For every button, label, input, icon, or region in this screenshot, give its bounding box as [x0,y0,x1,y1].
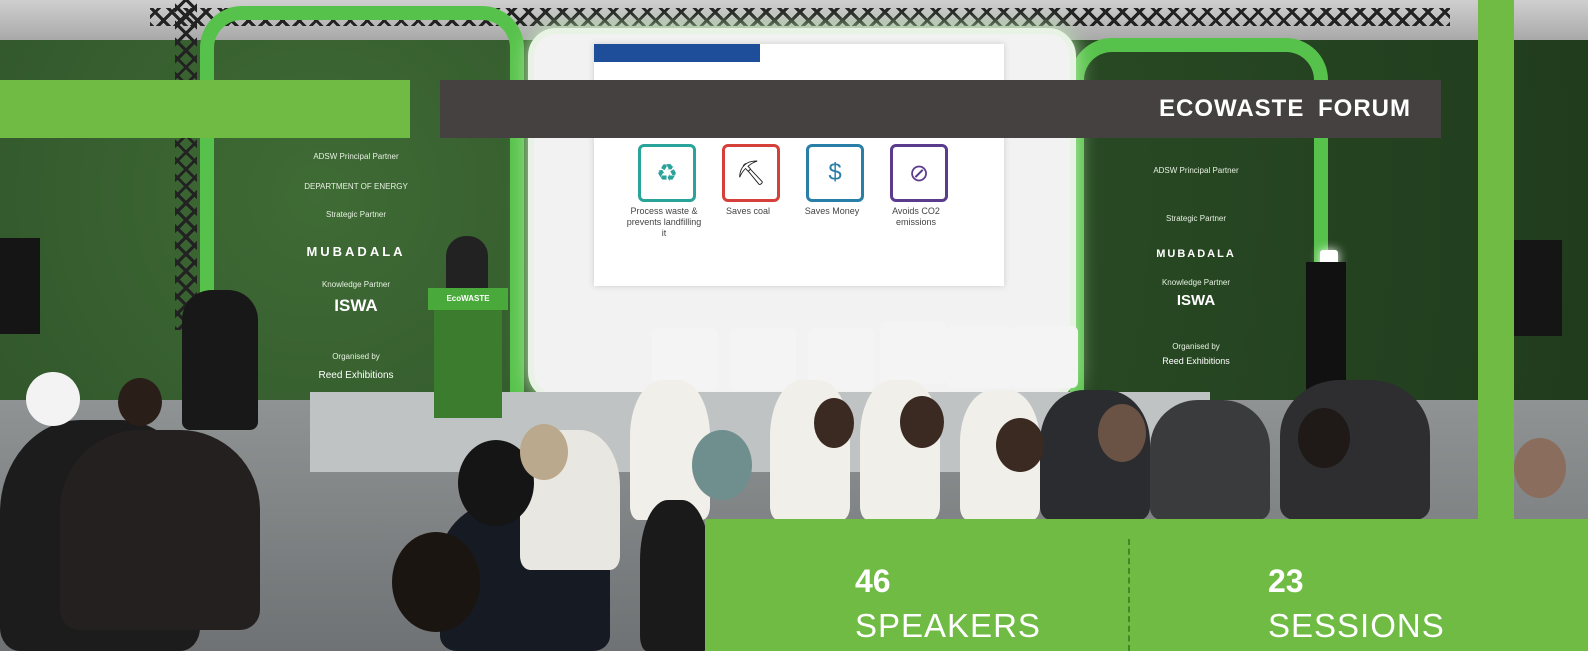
sponsor-logo-iswa: ISWA [1176,292,1216,309]
loudspeaker [1514,240,1562,336]
sponsor-label: Organised by [1172,342,1220,351]
no-co2-icon: ⊘ [890,144,948,202]
sponsor-label: Strategic Partner [1165,214,1227,223]
audience-member [640,500,710,651]
sponsor-label: Organised by [332,352,380,361]
slide-item-label: Avoids CO2 emissions [892,206,940,227]
audience-head [900,396,944,448]
audience-head [814,398,854,448]
sessions-label: SESSIONS [1268,607,1445,644]
video-camera [1306,262,1346,392]
stage-chair [880,322,946,384]
stats-divider [1128,539,1130,651]
slide-header-bar [594,44,760,62]
sponsor-label: ADSW Principal Partner [313,152,399,161]
accent-bar [0,80,410,138]
speakers-count: 46 [855,563,891,599]
accent-stripe [1478,0,1514,519]
sponsor-logo-mubadala: MUBADALA [306,244,406,259]
audience-head [996,418,1044,472]
stage-chair [1012,326,1078,388]
recycle-bin-icon: ♻ [638,144,696,202]
standing-person [182,290,258,430]
sponsor-name: DEPARTMENT OF ENERGY [304,182,408,191]
audience-head [1298,408,1350,468]
slide-item-label: Saves Money [804,206,860,216]
audience-head [692,430,752,500]
audience-head [392,532,480,632]
sponsor-label: ADSW Principal Partner [1153,166,1239,175]
audience-head [1514,438,1566,498]
truss-pillar [175,0,197,330]
audience-head [26,372,80,426]
sponsor-logo-reed: Reed Exhibitions [1162,356,1230,366]
slide-item-label: Process waste & prevents landfilling it [626,206,702,238]
sessions-count: 23 [1268,563,1304,599]
coal-cart-icon: ⛏ [722,144,780,202]
stage-chair [946,326,1012,388]
money-hand-icon: $ [806,144,864,202]
audience-head [1098,404,1146,462]
podium-logo: EcoWASTE [428,288,508,310]
sponsor-label: Knowledge Partner [321,280,391,289]
sponsor-logo-reed: Reed Exhibitions [318,370,394,381]
loudspeaker [0,238,40,334]
audience-head [118,378,162,426]
audience-head [520,424,568,480]
presenter [446,236,488,296]
sponsor-logo-mubadala: MUBADALA [1156,248,1236,260]
slide-item-label: Saves coal [725,206,771,216]
stats-panel: 46 SPEAKERS 23 SESSIONS [705,519,1588,651]
sponsor-label: Strategic Partner [325,210,387,219]
audience-member [60,430,260,630]
speakers-label: SPEAKERS [855,607,1041,644]
sponsor-label: Knowledge Partner [1161,278,1231,287]
banner-title: ECOWASTE FORUM [1159,95,1411,122]
stage-chair [730,328,796,390]
title-banner: ECOWASTE FORUM [440,80,1441,138]
audience-member [1150,400,1270,520]
sponsor-logo-iswa: ISWA [334,296,378,315]
